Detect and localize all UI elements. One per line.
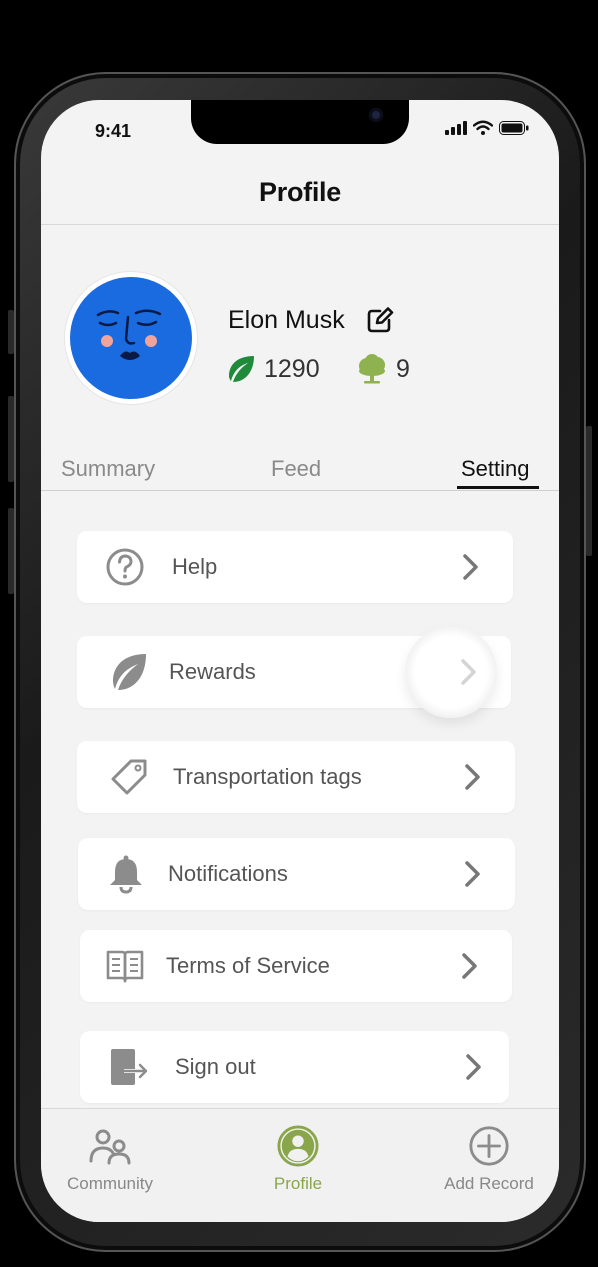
bell-icon: [110, 855, 142, 894]
profile-tabs: Summary Feed Setting: [41, 456, 559, 490]
tab-setting[interactable]: Setting: [461, 456, 530, 482]
nav-label: Community: [67, 1174, 153, 1193]
menu-item-label: Sign out: [175, 1054, 256, 1079]
menu-item-notifications[interactable]: Notifications: [78, 838, 515, 910]
bottom-nav-bar: Community Profile Add Record: [41, 1108, 559, 1222]
avatar-face-illustration: [96, 309, 162, 360]
header-divider: [41, 224, 559, 225]
avatar[interactable]: [65, 272, 197, 404]
menu-item-label: Notifications: [168, 861, 288, 886]
menu-item-sign-out[interactable]: Sign out: [80, 1031, 509, 1103]
book-icon: [106, 950, 144, 983]
power-button: [586, 426, 592, 556]
status-time: 9:41: [95, 121, 132, 141]
menu-item-rewards[interactable]: Rewards: [77, 626, 511, 718]
battery-icon: [499, 120, 529, 135]
front-camera: [369, 108, 383, 122]
menu-item-label: Transportation tags: [173, 764, 362, 789]
cellular-signal-icon: [445, 120, 467, 135]
chevron-right-icon: [462, 953, 477, 979]
chevron-right-icon: [461, 659, 476, 685]
page-title: Profile: [259, 177, 341, 207]
leaf-points-stat: 1290: [226, 354, 320, 384]
tag-icon: [111, 759, 147, 795]
tree-icon: [359, 354, 385, 384]
mute-switch: [8, 310, 14, 354]
leaf-icon: [229, 356, 254, 382]
wifi-icon: [473, 120, 493, 135]
touch-ripple: [405, 626, 497, 718]
tabs-divider: [41, 490, 559, 491]
edit-icon[interactable]: [366, 306, 394, 334]
nav-label: Profile: [273, 1174, 323, 1193]
active-tab-indicator: [457, 486, 539, 489]
chevron-right-icon: [465, 764, 480, 790]
user-name: Elon Musk: [228, 306, 345, 334]
chevron-right-icon: [463, 554, 478, 580]
status-icons: [445, 120, 529, 135]
avatar-image: [70, 277, 192, 399]
volume-up-button: [8, 396, 14, 482]
tab-feed[interactable]: Feed: [271, 456, 321, 482]
sign-out-icon: [111, 1049, 148, 1085]
profile-icon: [277, 1125, 319, 1167]
app-screen: 9:41 Profile Elon Musk 1290 9 Summary Fe…: [41, 100, 559, 1222]
menu-item-transportation-tags[interactable]: Transportation tags: [77, 741, 515, 813]
menu-item-label: Rewards: [169, 659, 256, 684]
help-circle-icon: [106, 548, 144, 586]
trees-stat: 9: [356, 354, 410, 384]
menu-item-label: Help: [172, 554, 218, 579]
leaf-icon: [113, 654, 146, 690]
menu-item-help[interactable]: Help: [77, 531, 513, 603]
menu-item-terms-of-service[interactable]: Terms of Service: [80, 930, 512, 1002]
leaf-points-value: 1290: [264, 354, 320, 383]
tab-summary[interactable]: Summary: [61, 456, 155, 482]
notch: [191, 100, 409, 144]
menu-item-label: Terms of Service: [166, 953, 330, 978]
nav-community[interactable]: Community: [50, 1125, 170, 1194]
nav-profile[interactable]: Profile: [238, 1125, 358, 1194]
volume-down-button: [8, 508, 14, 594]
add-circle-icon: [469, 1126, 509, 1166]
nav-label: Add Record: [444, 1174, 534, 1193]
chevron-right-icon: [466, 1054, 481, 1080]
community-icon: [89, 1129, 131, 1165]
nav-add-record[interactable]: Add Record: [429, 1125, 549, 1194]
trees-value: 9: [396, 354, 410, 383]
chevron-right-icon: [465, 861, 480, 887]
